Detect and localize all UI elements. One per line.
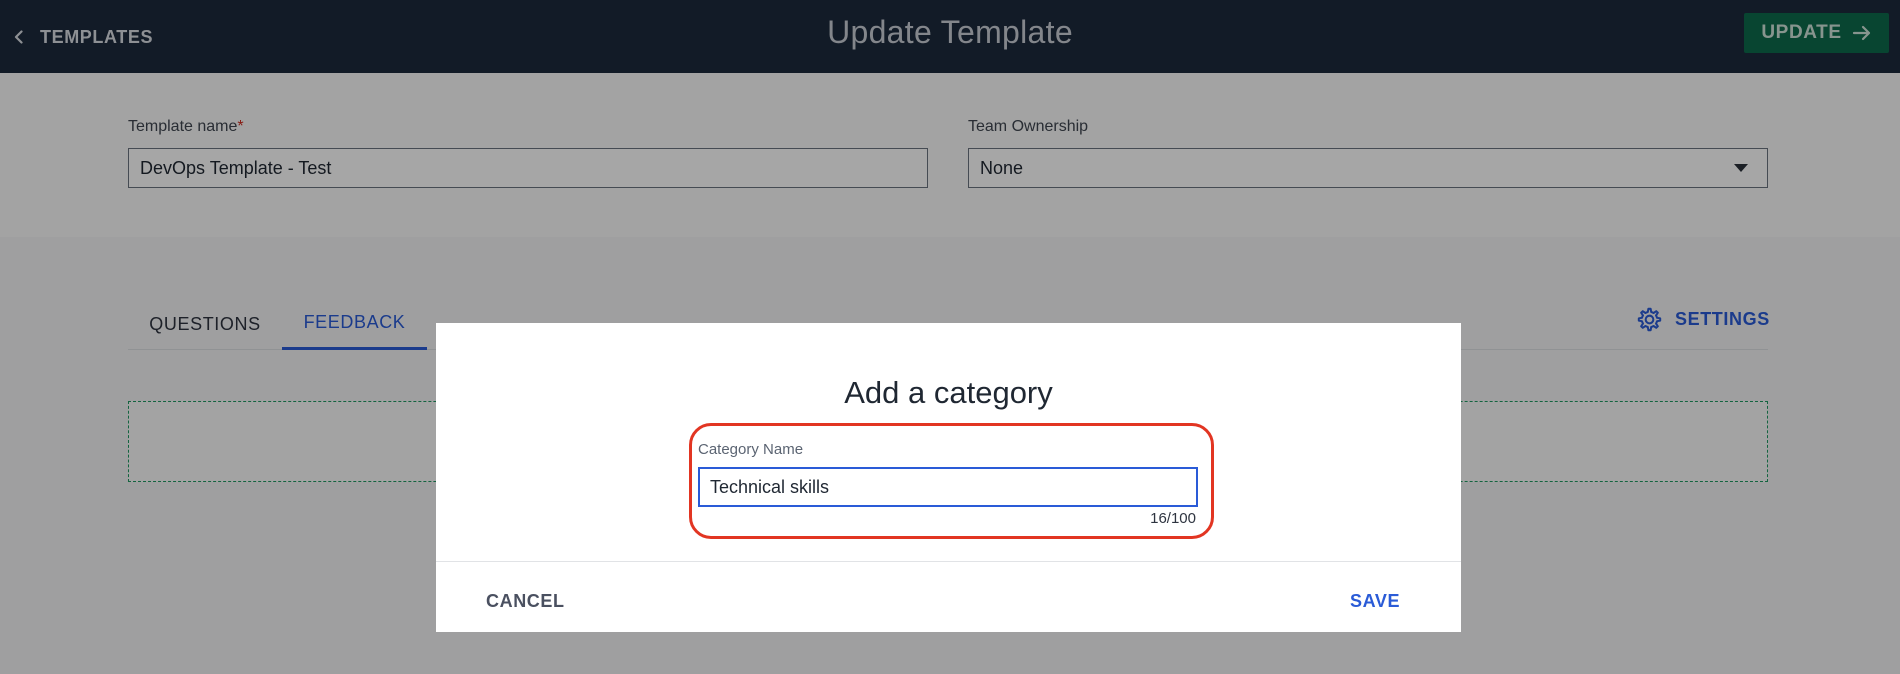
- add-category-dialog: Add a category Category Name 16/100 CANC…: [436, 323, 1461, 632]
- cancel-button[interactable]: CANCEL: [486, 586, 565, 616]
- category-name-input[interactable]: [698, 467, 1198, 507]
- character-counter: 16/100: [1150, 510, 1196, 527]
- dialog-divider: [436, 561, 1461, 562]
- dialog-title: Add a category: [844, 375, 1053, 410]
- save-button[interactable]: SAVE: [1350, 586, 1400, 616]
- category-name-label: Category Name: [698, 441, 804, 458]
